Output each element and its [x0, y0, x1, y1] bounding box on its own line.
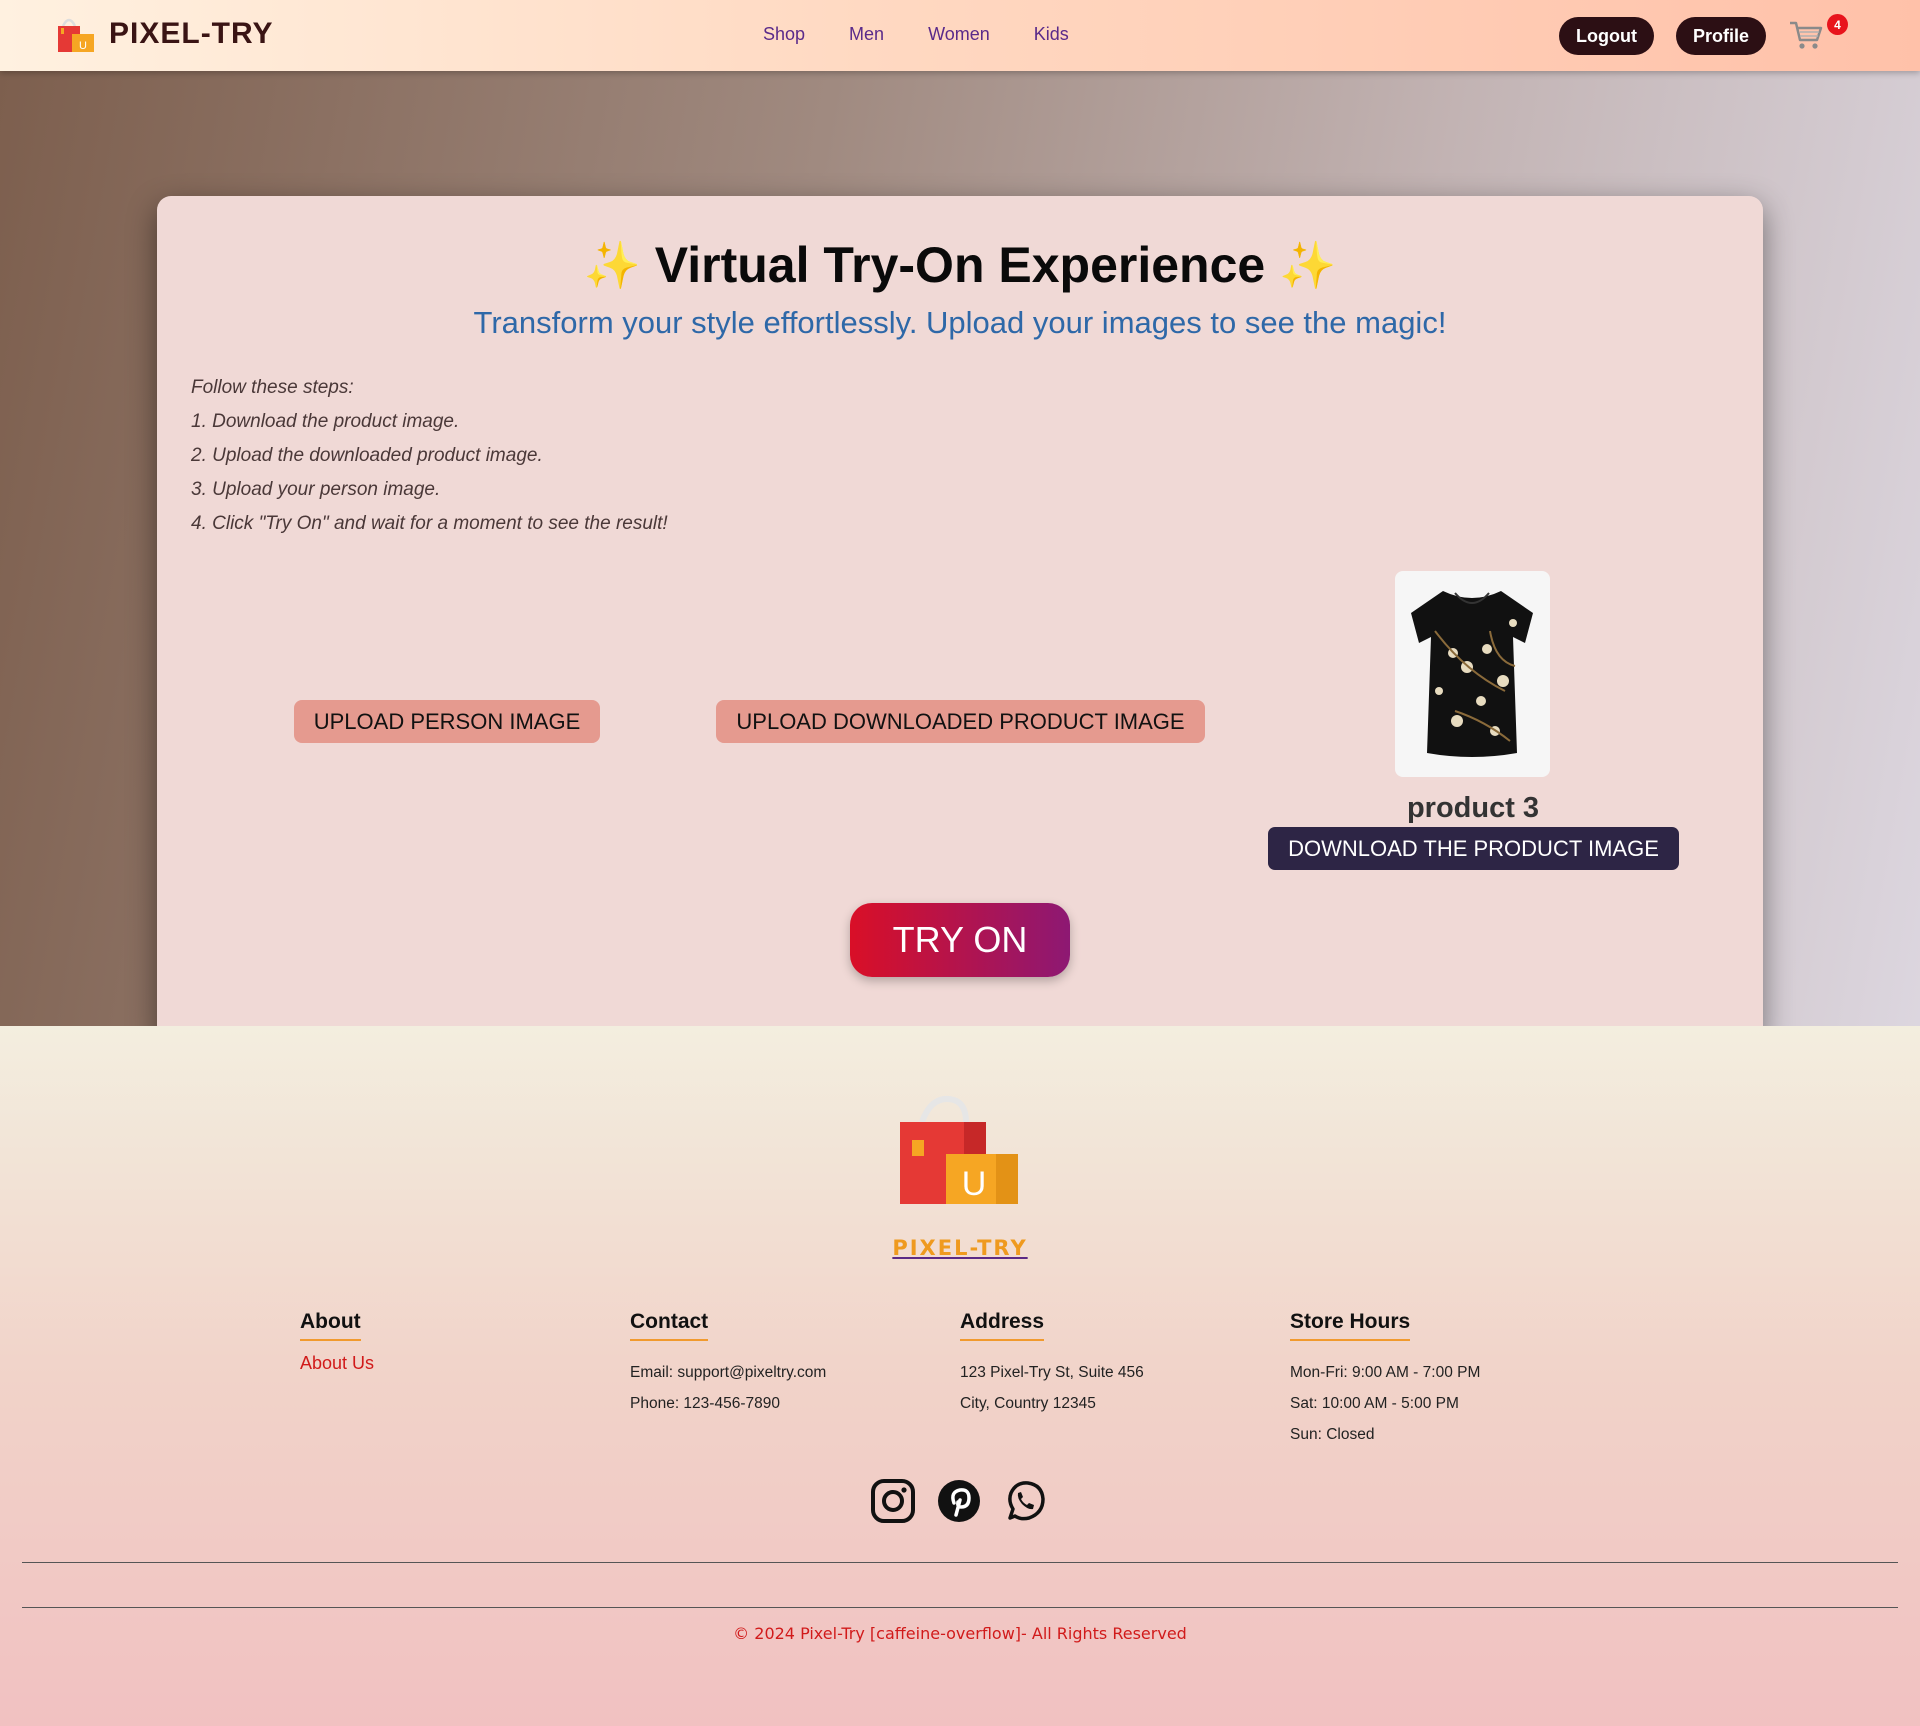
hours-line: Sun: Closed — [1290, 1426, 1375, 1443]
shopping-bag-logo-icon: U — [58, 18, 94, 52]
footer-heading: Contact — [630, 1310, 709, 1341]
sparkle-icon: ✨ — [583, 239, 641, 291]
footer-hours-column: Store Hours Mon-Fri: 9:00 AM - 7:00 PM S… — [1290, 1310, 1480, 1450]
pinterest-icon[interactable] — [936, 1478, 982, 1524]
about-us-link[interactable]: About Us — [300, 1353, 374, 1374]
main-nav: Shop Men Women Kids — [763, 24, 1069, 45]
copyright-text: © 2024 Pixel-Try [caffeine-overflow]- Al… — [733, 1624, 1187, 1643]
footer-contact-column: Contact Email: support@pixeltry.com Phon… — [630, 1310, 826, 1419]
footer-heading: Address — [960, 1310, 1045, 1341]
download-product-image-button[interactable]: DOWNLOAD THE PRODUCT IMAGE — [1268, 827, 1679, 870]
shopping-bag-logo-icon: U — [900, 1096, 1018, 1204]
try-on-button[interactable]: TRY ON — [850, 903, 1070, 977]
page-subtitle: Transform your style effortlessly. Uploa… — [473, 305, 1447, 340]
cart-count-badge: 4 — [1827, 14, 1848, 35]
instruction-step: 2. Upload the downloaded product image. — [191, 445, 543, 466]
footer-brand[interactable]: PIXEL-TRY — [0, 1236, 1920, 1260]
svg-text:U: U — [962, 1165, 987, 1203]
nav-link-kids[interactable]: Kids — [1034, 24, 1069, 45]
brand[interactable]: U PIXEL-TRY — [55, 14, 274, 54]
footer-about-column: About About Us — [300, 1310, 374, 1374]
upload-product-image-button[interactable]: UPLOAD DOWNLOADED PRODUCT IMAGE — [716, 700, 1205, 743]
address-line: City, Country 12345 — [960, 1395, 1096, 1412]
logout-button[interactable]: Logout — [1559, 17, 1654, 55]
contact-phone: Phone: 123-456-7890 — [630, 1395, 780, 1412]
cart-icon[interactable] — [1788, 18, 1824, 52]
brand-name: PIXEL-TRY — [109, 17, 274, 50]
product-name: product 3 — [1406, 792, 1540, 824]
instructions: Follow these steps: 1. Download the prod… — [191, 371, 668, 541]
divider — [22, 1562, 1898, 1563]
whatsapp-icon[interactable] — [1002, 1478, 1048, 1524]
page-title-text: Virtual Try-On Experience — [654, 237, 1266, 293]
hero-section: ✨ Virtual Try-On Experience ✨ Transform … — [0, 71, 1920, 1042]
nav-link-shop[interactable]: Shop — [763, 24, 805, 45]
svg-text:U: U — [79, 40, 87, 52]
instagram-icon[interactable] — [870, 1478, 916, 1524]
hours-line: Mon-Fri: 9:00 AM - 7:00 PM — [1290, 1364, 1481, 1381]
divider — [22, 1607, 1898, 1608]
nav-link-women[interactable]: Women — [928, 24, 990, 45]
instruction-step: 4. Click "Try On" and wait for a moment … — [191, 513, 668, 534]
footer-address-column: Address 123 Pixel-Try St, Suite 456 City… — [960, 1310, 1144, 1419]
address-line: 123 Pixel-Try St, Suite 456 — [960, 1364, 1144, 1381]
page-title: ✨ Virtual Try-On Experience ✨ — [157, 236, 1763, 294]
footer-heading: Store Hours — [1290, 1310, 1411, 1341]
sparkle-icon: ✨ — [1279, 239, 1337, 291]
instruction-step: 1. Download the product image. — [191, 411, 460, 432]
hours-line: Sat: 10:00 AM - 5:00 PM — [1290, 1395, 1459, 1412]
footer-heading: About — [300, 1310, 361, 1341]
product-image — [1395, 571, 1550, 777]
profile-button[interactable]: Profile — [1676, 17, 1766, 55]
footer: U PIXEL-TRY About About Us Contact Email… — [0, 1026, 1920, 1726]
nav-link-men[interactable]: Men — [849, 24, 884, 45]
instruction-step: 3. Upload your person image. — [191, 479, 441, 500]
try-on-card: ✨ Virtual Try-On Experience ✨ Transform … — [157, 196, 1763, 1042]
footer-brand-link[interactable]: PIXEL-TRY — [892, 1236, 1027, 1260]
top-navbar: U PIXEL-TRY Shop Men Women Kids Logout P… — [0, 0, 1920, 71]
upload-person-image-button[interactable]: UPLOAD PERSON IMAGE — [294, 700, 600, 743]
floral-blouse-image — [1411, 591, 1533, 757]
instructions-heading: Follow these steps: — [191, 377, 354, 398]
contact-email: Email: support@pixeltry.com — [630, 1364, 827, 1381]
